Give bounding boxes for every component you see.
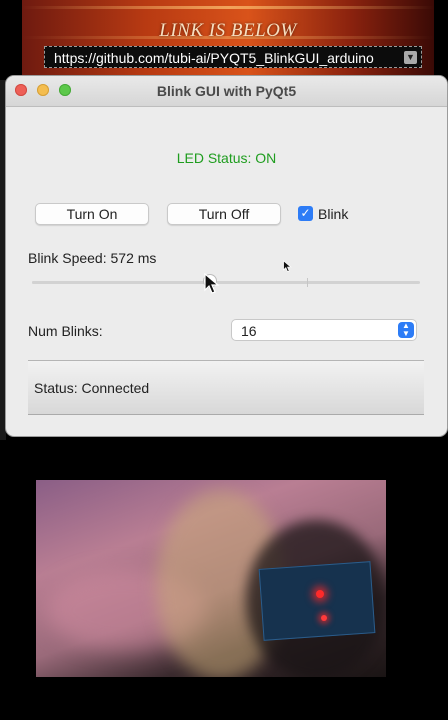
window-title: Blink GUI with PyQt5 [156,83,297,99]
chevron-updown-icon[interactable]: ▲ ▼ [398,322,414,338]
mouse-pointer-icon [204,273,220,294]
status-bar: Status: Connected [28,361,424,415]
blink-checkbox[interactable]: ✓ [298,206,313,221]
status-text: Status: Connected [34,380,150,396]
num-blinks-select[interactable]: 16 ▲ ▼ [231,319,417,341]
blink-speed-slider[interactable] [32,274,420,288]
banner-title: LINK IS BELOW [159,20,297,41]
blink-speed-label: Blink Speed: 572 ms [28,250,157,266]
num-blinks-value: 16 [241,323,257,339]
title-bar: Blink GUI with PyQt5 [6,76,447,107]
dropdown-chevron-icon[interactable]: ▼ [404,51,417,64]
turn-on-button[interactable]: Turn On [35,203,149,225]
arduino-led [321,615,327,621]
arduino-board [258,561,376,641]
banner-streak [22,6,434,9]
github-link-box[interactable]: https://github.com/tubi-ai/PYQT5_BlinkGU… [44,46,422,68]
slider-fill [32,281,211,284]
app-window: Blink GUI with PyQt5 LED Status: ON Turn… [6,76,447,436]
led-status-label: LED Status: ON [176,150,277,166]
github-link[interactable]: https://github.com/tubi-ai/PYQT5_BlinkGU… [54,50,374,66]
webcam-video [36,480,386,677]
mouse-pointer-icon [283,260,292,272]
num-blinks-label: Num Blinks: [28,323,103,339]
arduino-led [316,590,324,598]
blink-checkbox-label[interactable]: Blink [318,206,348,222]
slider-tick [307,278,309,287]
video-banner: LINK IS BELOW [22,0,434,80]
checkmark-icon: ✓ [300,206,311,220]
turn-off-button[interactable]: Turn Off [167,203,281,225]
